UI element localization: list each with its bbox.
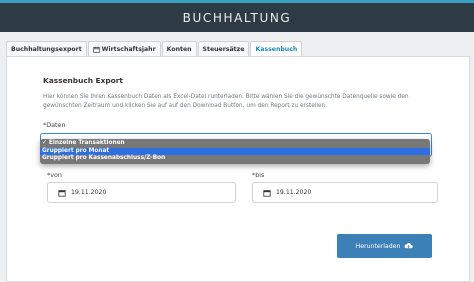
kassenbuch-panel: Kassenbuch Export Hier können Sie Ihren …: [6, 56, 470, 282]
von-date-value: 19.11.2020: [71, 189, 107, 196]
section-title: Kassenbuch Export: [43, 76, 123, 85]
tab-label: Buchhaltungsexport: [11, 45, 82, 53]
page-title: BUCHHALTUNG: [182, 10, 292, 25]
option-gruppiert-pro-kassenabschluss[interactable]: Gruppiert pro Kassenabschluss/Z-Bon: [40, 155, 430, 163]
option-einzelne-transaktionen[interactable]: ✓ Einzelne Transaktionen: [40, 140, 430, 148]
tab-steuersaetze[interactable]: Steuersätze: [197, 41, 250, 56]
tab-label: Konten: [166, 45, 192, 53]
tab-bar: Buchhaltungsexport Wirtschaftsjahr Konte…: [6, 41, 303, 56]
calendar-icon: [263, 189, 271, 197]
tab-kassenbuch[interactable]: Kassenbuch: [250, 41, 303, 56]
calendar-icon: [58, 189, 66, 197]
tab-konten[interactable]: Konten: [161, 41, 197, 56]
section-description: Hier können Sie Ihren Kassenbuch Daten a…: [43, 94, 409, 109]
cloud-download-icon: [404, 243, 414, 249]
daten-dropdown-menu: ✓ Einzelne Transaktionen Gruppiert pro M…: [40, 139, 430, 164]
daten-label: *Daten: [43, 121, 66, 129]
tab-label: Wirtschaftsjahr: [101, 45, 156, 53]
tab-buchhaltungsexport[interactable]: Buchhaltungsexport: [6, 41, 87, 56]
option-gruppiert-pro-monat[interactable]: Gruppiert pro Monat: [40, 147, 430, 156]
download-button[interactable]: Herunterladen: [337, 234, 432, 258]
bis-date-value: 19.11.2020: [276, 189, 312, 196]
tab-wirtschaftsjahr[interactable]: Wirtschaftsjahr: [87, 41, 161, 56]
app-header: BUCHHALTUNG: [0, 0, 474, 32]
tab-label: Kassenbuch: [255, 45, 298, 53]
download-label: Herunterladen: [355, 242, 401, 250]
bis-label: *bis: [252, 171, 265, 179]
calendar-icon: [93, 46, 100, 53]
von-label: *von: [47, 171, 62, 179]
bis-date-input[interactable]: 19.11.2020: [252, 182, 438, 203]
von-date-input[interactable]: 19.11.2020: [47, 182, 236, 203]
tab-label: Steuersätze: [202, 45, 245, 53]
